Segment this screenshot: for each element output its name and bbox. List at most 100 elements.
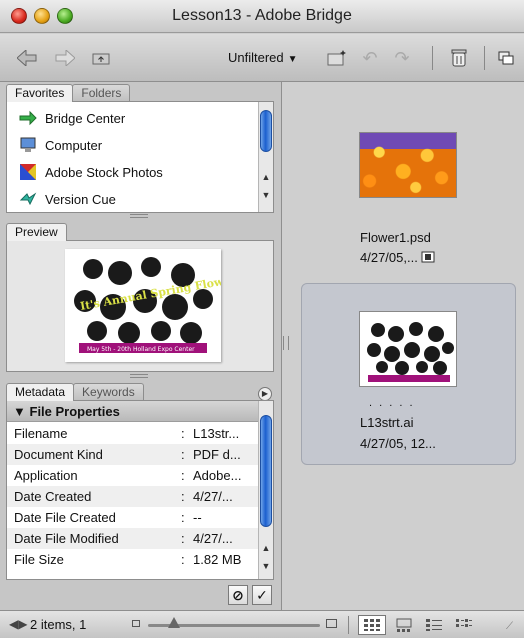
content-panel: Flower1.psd 4/27/05,... . . . . . L13str…: [291, 82, 524, 610]
rotate-cw-icon: ↷: [394, 47, 410, 68]
panel-resize-grip[interactable]: [130, 214, 148, 218]
cancel-edit-button[interactable]: ⊘: [228, 585, 248, 605]
favorite-item-computer[interactable]: Computer: [19, 134, 102, 156]
metadata-key: Document Kind: [14, 447, 103, 462]
grid-view-icon: [364, 619, 380, 631]
filter-menu[interactable]: Unfiltered ▼: [228, 50, 298, 65]
file-date: 4/27/05, 12...: [360, 436, 436, 451]
file-date: 4/27/05,...: [360, 250, 435, 265]
versions-view-button[interactable]: [450, 615, 478, 635]
file-name: L13strt.ai: [360, 415, 414, 430]
metadata-row: Filename: L13str...: [7, 423, 260, 444]
toolbar-separator: [484, 46, 485, 70]
filmstrip-icon: [421, 251, 435, 263]
tab-metadata[interactable]: Metadata: [6, 383, 75, 401]
rotate-right-button[interactable]: ↷: [392, 46, 412, 70]
trash-icon: [451, 49, 467, 67]
favorite-item-version-cue[interactable]: Version Cue: [19, 188, 116, 210]
file-name: Flower1.psd: [360, 230, 431, 245]
panel-menu-icon: ▶: [261, 389, 269, 398]
filmstrip-view-button[interactable]: [390, 615, 418, 635]
tab-keywords[interactable]: Keywords: [73, 383, 144, 401]
file-properties-header[interactable]: ▼ File Properties: [7, 401, 260, 422]
pane-splitter[interactable]: [283, 336, 289, 350]
go-up-folder-button[interactable]: [90, 46, 112, 70]
metadata-key: Date File Modified: [14, 531, 119, 546]
details-view-icon: [426, 619, 442, 631]
favorite-label: Version Cue: [45, 191, 116, 207]
metadata-value: 1.82 MB: [193, 552, 242, 567]
compact-mode-button[interactable]: [496, 46, 516, 70]
thumbnails-view-button[interactable]: [358, 615, 386, 635]
delete-button[interactable]: [448, 46, 470, 70]
metadata-tabs: Metadata Keywords: [6, 383, 144, 401]
scroll-thumb[interactable]: [260, 415, 272, 527]
flower-photo-thumbnail: [359, 132, 457, 198]
compact-mode-icon: [498, 51, 514, 65]
title-bar: Lesson13 - Adobe Bridge: [0, 0, 524, 33]
version-cue-icon: [19, 192, 37, 206]
metadata-value: PDF d...: [193, 447, 241, 462]
apply-edit-button[interactable]: ✓: [252, 585, 272, 605]
new-folder-button[interactable]: [326, 46, 348, 70]
window-title: Lesson13 - Adobe Bridge: [172, 7, 352, 24]
toolbar: Unfiltered ▼ ↶ ↷: [0, 34, 524, 82]
tab-preview[interactable]: Preview: [6, 223, 67, 241]
favorites-scrollbar[interactable]: ▲ ▼: [258, 102, 273, 212]
metadata-value: L13str...: [193, 426, 240, 441]
tab-favorites[interactable]: Favorites: [6, 84, 74, 102]
left-panels: Favorites Folders Bridge Center Computer…: [0, 82, 282, 610]
preview-image: It's Annual Spring Flower Show May 5th -…: [65, 249, 274, 362]
back-arrow-icon: [17, 50, 37, 66]
forward-button[interactable]: [54, 46, 76, 70]
selected-file-card[interactable]: . . . . . L13strt.ai 4/27/05, 12...: [301, 283, 516, 465]
folder-up-icon: [92, 53, 110, 65]
flower-poster-graphic: It's Annual Spring Flower Show May 5th -…: [74, 257, 274, 353]
slider-knob[interactable]: [168, 617, 180, 628]
metadata-footer: ⊘ ✓: [6, 582, 274, 606]
metadata-key: Application: [14, 468, 78, 483]
metadata-key: Date File Created: [14, 510, 116, 525]
scroll-up-arrow-icon[interactable]: ▲: [259, 541, 273, 555]
poster-thumbnail-graphic: [367, 322, 454, 382]
metadata-row: Date Created: 4/27/...: [7, 486, 260, 507]
tab-folders[interactable]: Folders: [72, 84, 131, 102]
scroll-down-arrow-icon[interactable]: ▼: [259, 188, 273, 202]
metadata-value: 4/27/...: [193, 531, 233, 546]
scroll-up-arrow-icon[interactable]: ▲: [259, 170, 273, 184]
favorite-item-adobe-stock-photos[interactable]: Adobe Stock Photos: [19, 161, 163, 183]
no-entry-icon: ⊘: [232, 587, 244, 603]
favorite-label: Adobe Stock Photos: [45, 164, 163, 180]
metadata-colon: :: [181, 489, 185, 504]
disclosure-triangle-icon: ▼: [13, 404, 26, 419]
scroll-thumb[interactable]: [260, 110, 272, 152]
favorite-item-bridge-center[interactable]: Bridge Center: [19, 107, 125, 129]
rotate-left-button[interactable]: ↶: [360, 46, 380, 70]
filmstrip-view-icon: [396, 618, 412, 632]
metadata-value: 4/27/...: [193, 489, 233, 504]
file-date-text: 4/27/05,...: [360, 250, 418, 265]
metadata-colon: :: [181, 468, 185, 483]
back-button[interactable]: [16, 46, 38, 70]
poster-footer-text: May 5th - 20th Holland Expo Center: [87, 346, 195, 353]
rating-dots[interactable]: . . . . .: [369, 397, 415, 409]
metadata-row: Application: Adobe...: [7, 465, 260, 486]
scroll-down-arrow-icon[interactable]: ▼: [259, 559, 273, 573]
computer-icon: [20, 137, 36, 152]
toolbar-separator: [432, 46, 433, 70]
metadata-row: Document Kind: PDF d...: [7, 444, 260, 465]
section-title: File Properties: [29, 404, 120, 419]
forward-arrow-icon: [55, 50, 75, 66]
toggle-panels-icon[interactable]: ◀▶: [9, 617, 27, 631]
metadata-row: Date File Created: --: [7, 507, 260, 528]
metadata-key: File Size: [14, 552, 64, 567]
panel-menu-button[interactable]: ▶: [258, 387, 272, 401]
details-view-button[interactable]: [420, 615, 448, 635]
resize-grip-icon[interactable]: ⟋: [506, 621, 513, 632]
metadata-key: Date Created: [14, 489, 92, 504]
metadata-value: Adobe...: [193, 468, 242, 483]
stock-photos-icon: [20, 164, 36, 180]
metadata-scrollbar[interactable]: ▲ ▼: [258, 401, 273, 579]
panel-resize-grip[interactable]: [130, 374, 148, 378]
filter-label: Unfiltered: [228, 50, 284, 65]
